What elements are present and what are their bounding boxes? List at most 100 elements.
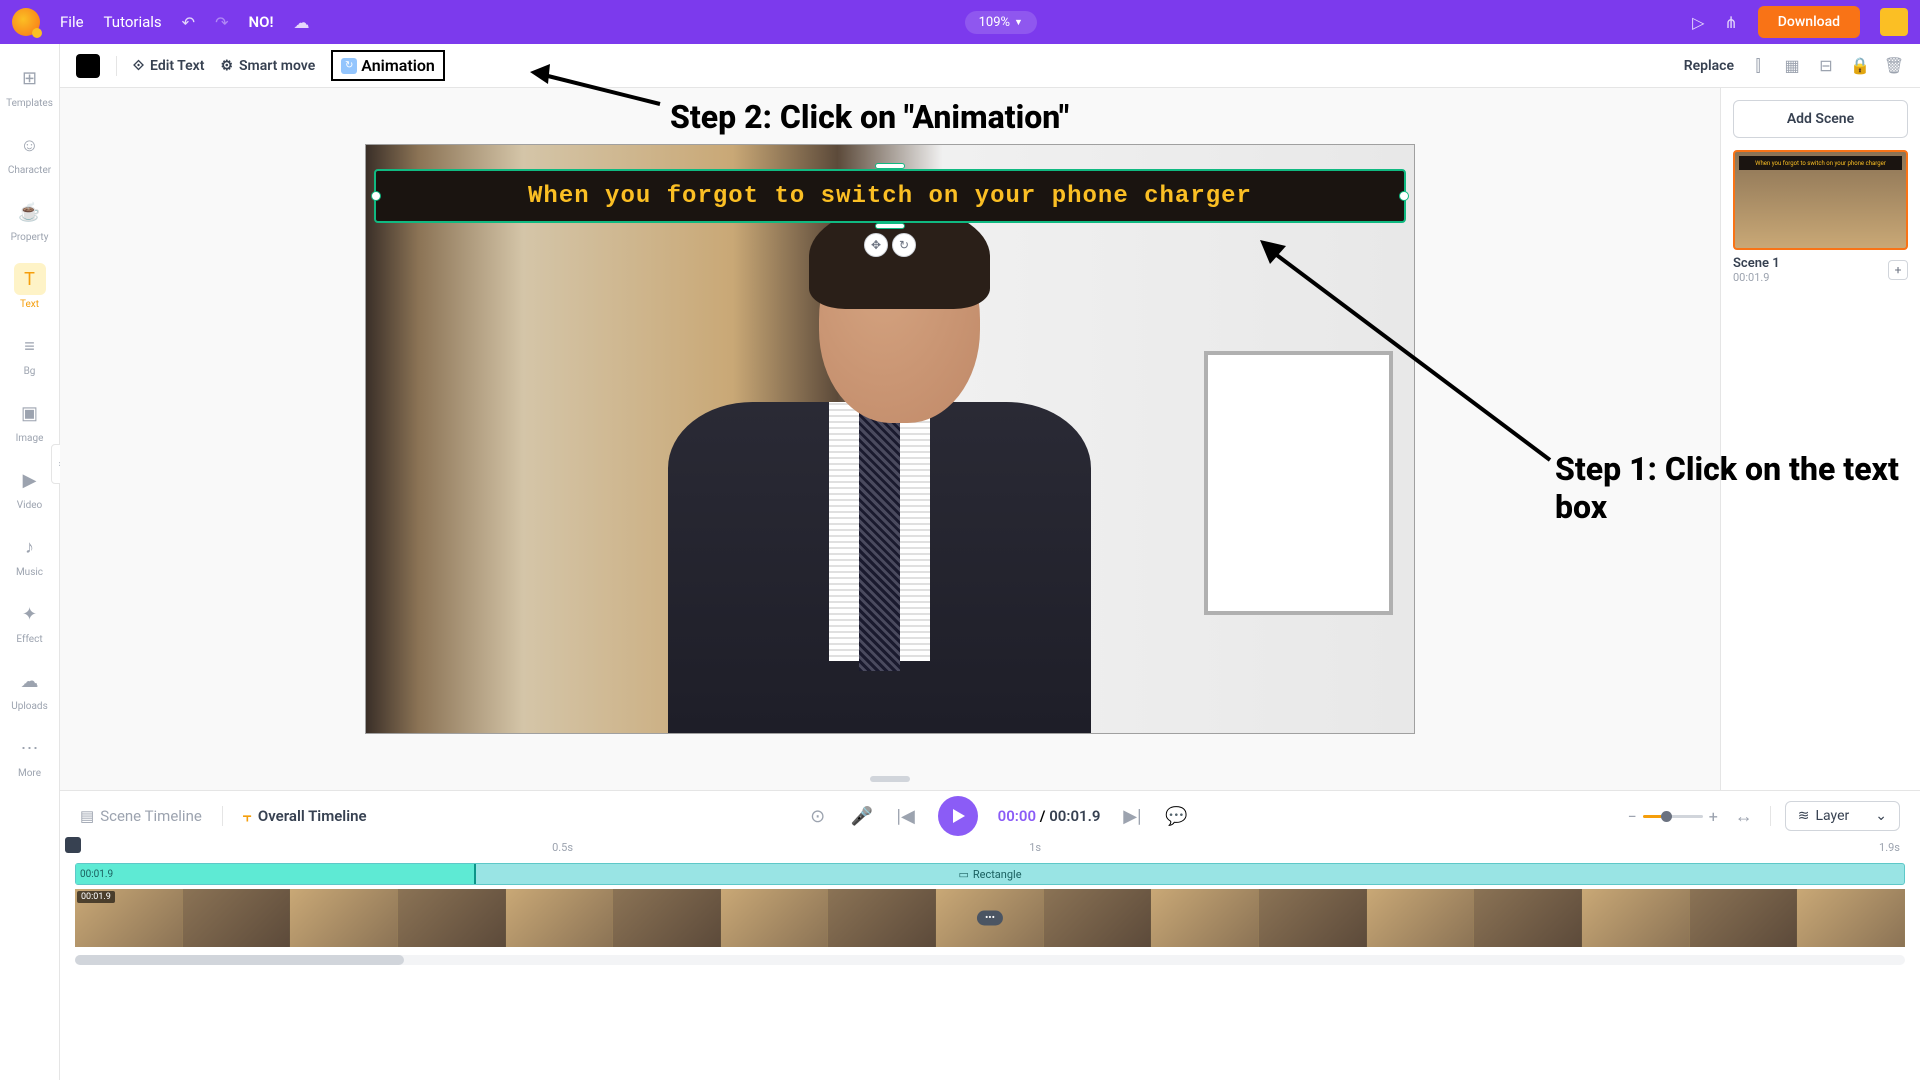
sidebar-item-label: Image <box>16 433 44 444</box>
layer-button[interactable]: ≋ Layer ⌄ <box>1785 801 1900 831</box>
sidebar-item-label: Property <box>11 232 49 243</box>
subtitle-icon[interactable]: 💬 <box>1164 804 1188 828</box>
timeline-tracks: 0.5s 1s 1.9s 00:01.9 ▭ Rectangle 00:01.9… <box>60 841 1920 965</box>
caption-text: When you forgot to switch on your phone … <box>528 183 1252 210</box>
skip-back-icon[interactable]: |◀ <box>894 804 918 828</box>
scene-name: Scene 1 <box>1733 256 1780 271</box>
scrollbar-thumb[interactable] <box>75 955 404 965</box>
ruler-mark: 1s <box>1029 841 1041 854</box>
sidebar-item-bg[interactable]: ≡ Bg <box>0 324 59 383</box>
animation-icon: ↻ <box>341 58 357 74</box>
zoom-out-icon[interactable]: − <box>1628 807 1637 826</box>
file-menu[interactable]: File <box>60 13 84 31</box>
flip-icon[interactable]: ⫿ <box>1748 56 1768 76</box>
video-track[interactable]: 00:01.9 ••• <box>75 889 1905 947</box>
sidebar-item-label: More <box>18 768 41 779</box>
edit-text-label: Edit Text <box>150 58 204 74</box>
timeline-ruler[interactable]: 0.5s 1s 1.9s <box>75 841 1910 861</box>
resize-handle-top[interactable] <box>875 163 905 169</box>
scene-timeline-tab[interactable]: ▤ Scene Timeline <box>80 807 202 825</box>
scene-duration: 00:01.9 <box>1733 271 1780 284</box>
more-icon: ⋯ <box>14 732 46 764</box>
zoom-in-icon[interactable]: + <box>1709 807 1718 826</box>
lock-icon[interactable]: 🔒 <box>1850 56 1870 76</box>
text-color-swatch[interactable] <box>76 54 100 78</box>
skip-forward-icon[interactable]: ▶| <box>1120 804 1144 828</box>
video-icon: ▶ <box>14 464 46 496</box>
sidebar-item-property[interactable]: ☕ Property <box>0 190 59 249</box>
app-logo[interactable] <box>12 8 40 36</box>
arrow-step1 <box>1260 240 1560 470</box>
rotate-handle-icon[interactable]: ↻ <box>892 233 916 257</box>
layer-icon: ≋ <box>1798 808 1810 824</box>
delete-icon[interactable]: 🗑 <box>1884 56 1904 76</box>
bg-icon: ≡ <box>14 330 46 362</box>
sidebar-item-uploads[interactable]: ☁Uploads <box>0 659 59 718</box>
canvas[interactable]: When you forgot to switch on your phone … <box>365 144 1415 734</box>
download-button[interactable]: Download <box>1758 6 1860 38</box>
smart-move-label: Smart move <box>239 58 315 74</box>
text-track[interactable]: 00:01.9 ▭ Rectangle <box>75 863 1905 885</box>
annotation-step2: Step 2: Click on "Animation" <box>670 98 1069 136</box>
project-title[interactable]: NO! <box>248 13 273 31</box>
share-icon[interactable]: ⋔ <box>1724 13 1737 32</box>
mask-icon[interactable]: ▦ <box>1782 56 1802 76</box>
sidebar-item-label: Music <box>16 567 43 578</box>
replace-button[interactable]: Replace <box>1684 58 1734 74</box>
sidebar-item-image[interactable]: ▣Image <box>0 391 59 450</box>
camera-focus-icon[interactable]: ⊙ <box>806 804 830 828</box>
left-sidebar: ⊞Templates ☺Character ☕ Property T Text ≡ B… <box>0 44 60 1080</box>
scene-timeline-icon: ▤ <box>80 807 94 825</box>
animation-button[interactable]: ↻ Animation <box>331 50 445 81</box>
divider <box>222 806 223 826</box>
cloud-sync-icon[interactable]: ☁ <box>293 13 309 32</box>
sidebar-item-label: Bg <box>24 366 36 377</box>
microphone-icon[interactable]: 🎤 <box>850 804 874 828</box>
undo-icon[interactable]: ↶ <box>182 13 195 32</box>
divider <box>1770 806 1771 826</box>
edit-text-button[interactable]: ⟐ Edit Text <box>133 58 204 74</box>
tutorials-menu[interactable]: Tutorials <box>104 13 162 31</box>
zoom-level[interactable]: 109% ▼ <box>965 11 1037 34</box>
overall-timeline-icon: ⫟ <box>243 807 252 825</box>
align-icon[interactable]: ⊟ <box>1816 56 1836 76</box>
redo-icon[interactable]: ↷ <box>215 13 228 32</box>
thumb-caption: When you forgot to switch on your phone … <box>1755 160 1886 167</box>
smart-move-button[interactable]: ⚙ Smart move <box>220 58 315 74</box>
sidebar-item-more[interactable]: ⋯ More <box>0 726 59 785</box>
uploads-icon: ☁ <box>14 665 46 697</box>
caption-text-box[interactable]: When you forgot to switch on your phone … <box>374 169 1406 223</box>
ruler-mark: 1.9s <box>1879 841 1900 854</box>
scene-timeline-label: Scene Timeline <box>100 807 202 825</box>
add-scene-inline-button[interactable]: + <box>1888 260 1908 280</box>
person-figure <box>628 216 1131 733</box>
resize-handle-right[interactable] <box>1399 191 1409 201</box>
timeline-zoom-slider[interactable]: − + <box>1628 807 1718 826</box>
property-icon: ☕ <box>14 196 46 228</box>
play-button[interactable] <box>938 796 978 836</box>
move-handle-icon[interactable]: ✥ <box>864 233 888 257</box>
user-avatar[interactable] <box>1880 8 1908 36</box>
timeline-scrollbar[interactable] <box>75 955 1905 965</box>
rectangle-icon: ▭ <box>958 868 968 881</box>
effect-icon: ✦ <box>14 598 46 630</box>
resize-handle-left[interactable] <box>371 191 381 201</box>
fit-icon[interactable]: ↔ <box>1732 804 1756 828</box>
video-track-menu[interactable]: ••• <box>977 911 1003 926</box>
canvas-resize-handle[interactable] <box>870 776 910 782</box>
chevron-down-icon: ▼ <box>1014 17 1023 28</box>
sidebar-item-effect[interactable]: ✦Effect <box>0 592 59 651</box>
sidebar-item-character[interactable]: ☺Character <box>0 123 59 182</box>
scene-thumbnail[interactable]: When you forgot to switch on your phone … <box>1733 150 1908 250</box>
sidebar-item-label: Templates <box>6 98 53 109</box>
text-icon: T <box>14 263 46 295</box>
sidebar-item-label: Text <box>20 299 39 310</box>
resize-handle-bottom[interactable] <box>875 223 905 229</box>
sidebar-item-text[interactable]: T Text <box>0 257 59 316</box>
preview-play-icon[interactable]: ▷ <box>1692 13 1704 32</box>
sidebar-item-music[interactable]: ♪Music <box>0 525 59 584</box>
current-time: 00:00 <box>998 807 1036 825</box>
add-scene-button[interactable]: Add Scene <box>1733 100 1908 138</box>
overall-timeline-tab[interactable]: ⫟ Overall Timeline <box>243 807 367 825</box>
sidebar-item-templates[interactable]: ⊞Templates <box>0 56 59 115</box>
